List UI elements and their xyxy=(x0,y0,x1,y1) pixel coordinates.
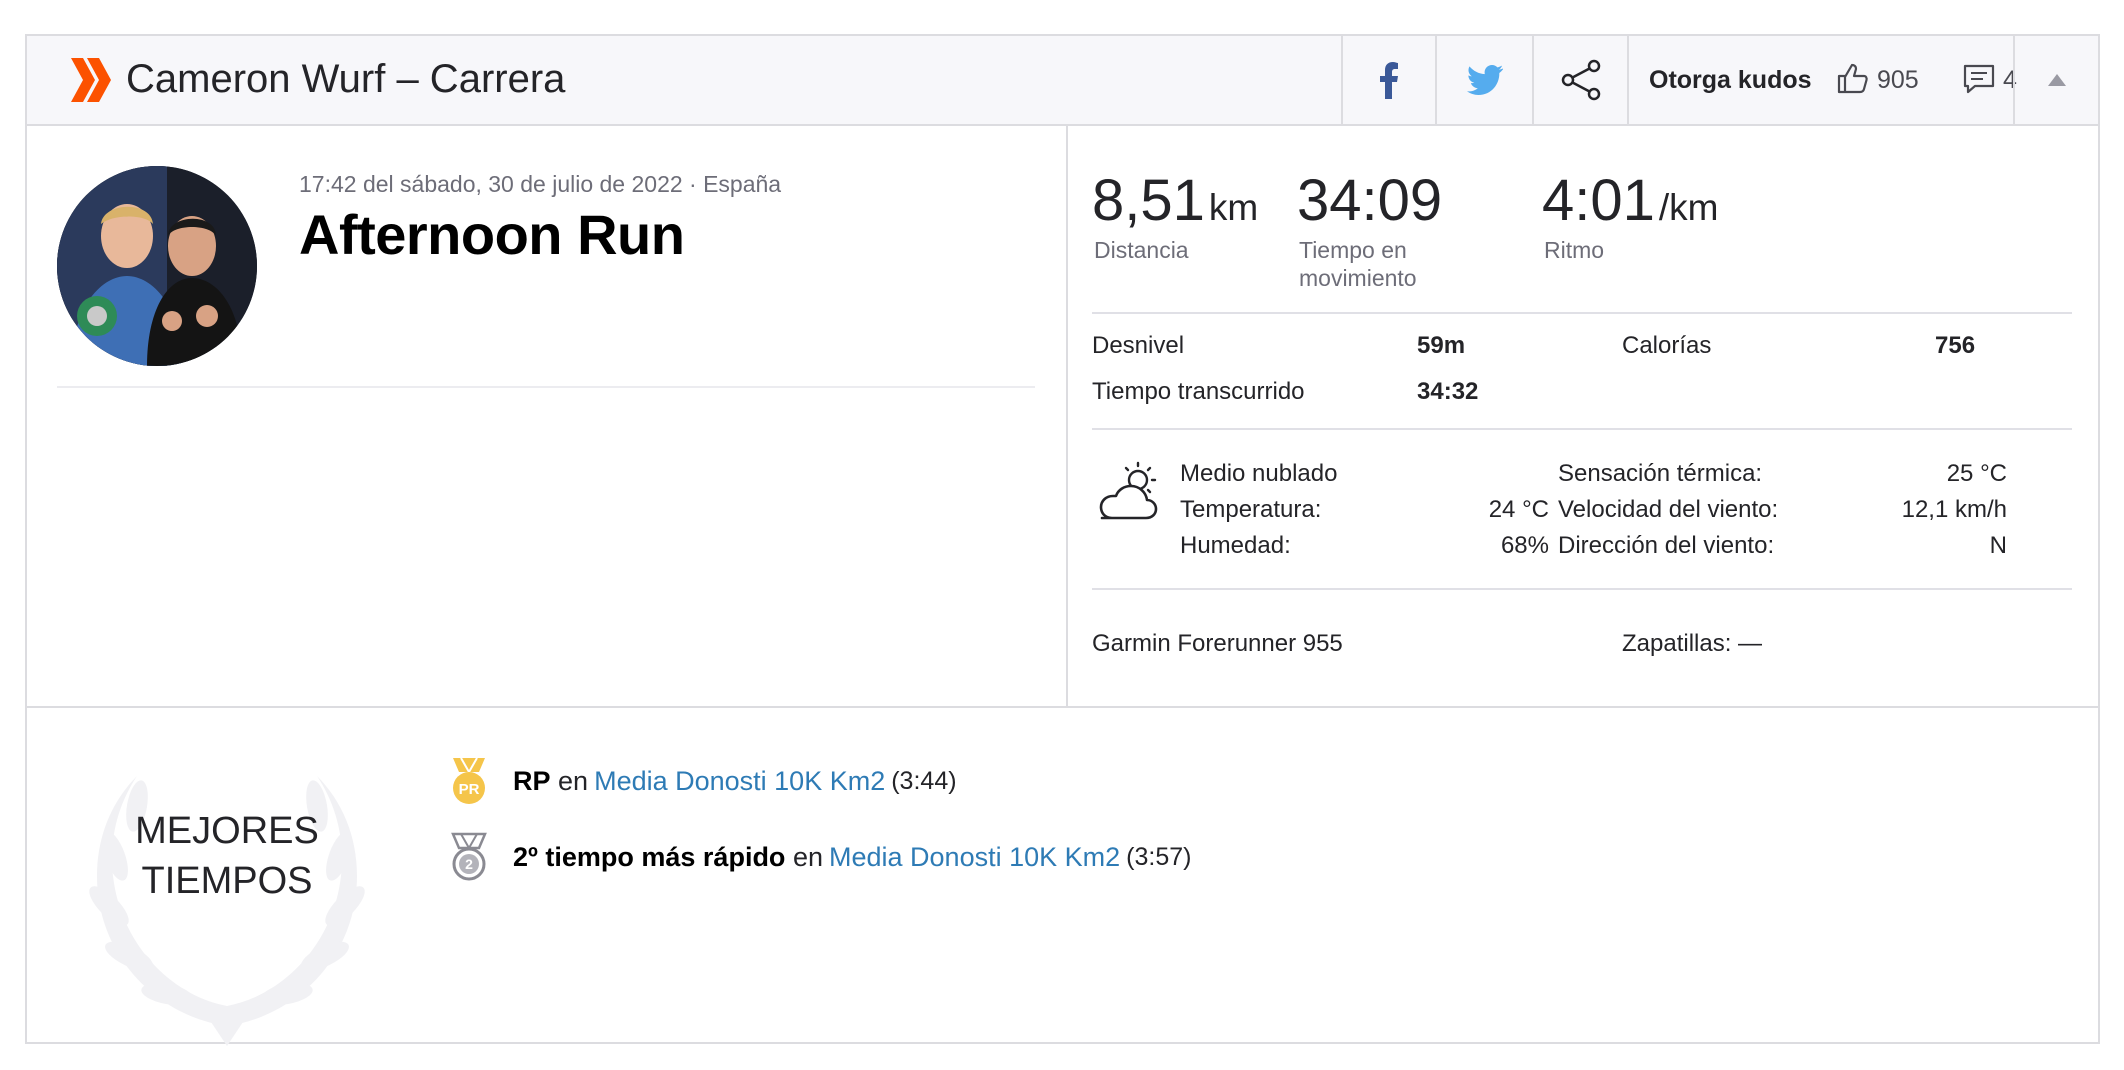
humidity-label: Humedad: xyxy=(1180,532,1291,559)
best-effort-connector: en xyxy=(792,841,823,872)
device-name: Garmin Forerunner 955 xyxy=(1092,630,1343,657)
elapsed-time-value: 34:32 xyxy=(1417,378,1479,405)
pace-stat: 4:01/km xyxy=(1542,169,1719,240)
twitter-icon xyxy=(1466,65,1503,95)
vertical-divider xyxy=(1066,126,1068,706)
left-divider xyxy=(57,386,1035,388)
svg-text:PR: PR xyxy=(459,781,480,798)
best-effort-item: PR RP en Media Donosti 10K Km2 (3:44) xyxy=(447,756,957,806)
distance-unit: km xyxy=(1208,187,1259,228)
kudos-count[interactable]: 905 xyxy=(1877,66,1919,95)
activity-card: Cameron Wurf – Carrera Otorga kudos 905 … xyxy=(25,34,2100,1046)
elevation-value: 59m xyxy=(1417,332,1466,359)
best-effort-time: (3:57) xyxy=(1126,842,1192,871)
facebook-share-button[interactable] xyxy=(1341,36,1435,124)
segment-link[interactable]: Media Donosti 10K Km2 xyxy=(829,842,1120,873)
main-divider xyxy=(27,706,2098,708)
athlete-avatar[interactable] xyxy=(57,166,257,366)
svg-text:2: 2 xyxy=(465,856,473,872)
best-effort-item: 2 2º tiempo más rápido en Media Donosti … xyxy=(447,832,1191,882)
wind-speed-label: Velocidad del viento: xyxy=(1558,496,1779,523)
feels-like-label: Sensación térmica: xyxy=(1558,460,1763,487)
page-title: Cameron Wurf – Carrera xyxy=(126,57,566,101)
best-effort-connector: en xyxy=(558,765,589,796)
activity-name[interactable]: Afternoon Run xyxy=(299,202,685,267)
details-divider xyxy=(1092,428,2072,430)
comment-icon[interactable] xyxy=(1963,64,1995,94)
temperature-value: 24 °C xyxy=(1488,496,1549,523)
distance-stat: 8,51 km xyxy=(1092,169,1258,240)
collapse-button[interactable] xyxy=(2013,36,2098,124)
wind-direction-label: Dirección del viento: xyxy=(1558,532,1775,559)
moving-time-label: Tiempo en movimiento xyxy=(1299,237,1417,291)
distance-value: 8,51 xyxy=(1092,168,1205,233)
calories-value: 756 xyxy=(1935,332,1976,359)
best-effort-time: (3:44) xyxy=(891,766,957,795)
pace-value: 4:01 xyxy=(1542,168,1655,233)
share-icon xyxy=(1561,59,1600,101)
pace-label: Ritmo xyxy=(1544,237,1605,263)
gold-pr-medal-icon: PR xyxy=(453,757,485,804)
strava-chevron-icon[interactable] xyxy=(71,58,113,102)
best-effort-prefix: 2º tiempo más rápido xyxy=(513,841,786,872)
partly-cloudy-icon xyxy=(1099,461,1158,520)
twitter-share-button[interactable] xyxy=(1435,36,1532,124)
wind-speed-value: 12,1 km/h xyxy=(1901,496,2007,523)
kudos-comments-area: Otorga kudos 905 4 xyxy=(1627,36,2017,124)
wind-direction-value: N xyxy=(1989,532,2007,559)
moving-time-value: 34:09 xyxy=(1297,168,1443,233)
activity-datetime-location: 17:42 del sábado, 30 de julio de 2022 · … xyxy=(299,171,782,197)
distance-label: Distancia xyxy=(1094,237,1189,263)
humidity-value: 68% xyxy=(1500,532,1549,559)
caret-up-icon xyxy=(2047,74,2066,86)
pace-unit: /km xyxy=(1658,187,1719,228)
silver-medal-icon: 2 xyxy=(451,832,487,881)
stats-divider xyxy=(1092,312,2072,314)
elapsed-time-label: Tiempo transcurrido xyxy=(1092,378,1305,405)
best-efforts-title: MEJORES TIEMPOS xyxy=(135,810,319,902)
facebook-icon xyxy=(1380,62,1398,99)
weather-divider xyxy=(1092,588,2072,590)
feels-like-value: 25 °C xyxy=(1946,460,2007,487)
give-kudos-button[interactable]: Otorga kudos xyxy=(1649,66,1812,95)
avatar-photo-icon xyxy=(57,166,257,366)
activity-header: Cameron Wurf – Carrera Otorga kudos 905 … xyxy=(27,36,2098,126)
calories-label: Calorías xyxy=(1622,332,1712,359)
temperature-label: Temperatura: xyxy=(1180,496,1322,523)
share-button[interactable] xyxy=(1532,36,1627,124)
segment-link[interactable]: Media Donosti 10K Km2 xyxy=(594,766,885,797)
best-effort-prefix: RP xyxy=(513,765,551,796)
shoes-info: Zapatillas: — xyxy=(1622,630,1763,657)
thumbs-up-icon[interactable] xyxy=(1837,62,1869,94)
weather-condition: Medio nublado xyxy=(1180,460,1338,487)
elevation-label: Desnivel xyxy=(1092,332,1185,359)
